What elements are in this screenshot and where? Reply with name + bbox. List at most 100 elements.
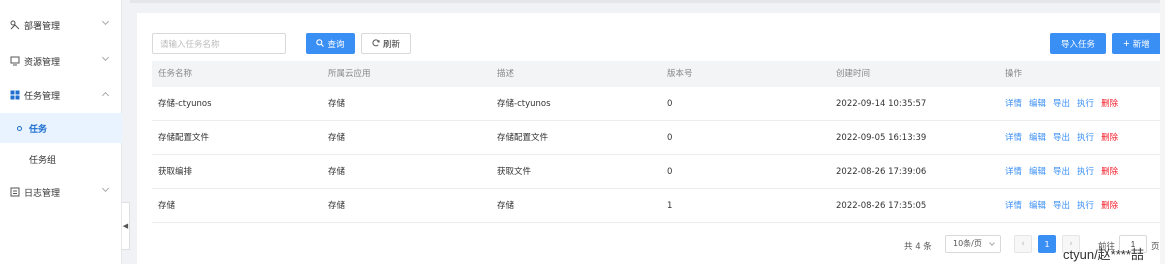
sidebar-subitem-label: 任务: [29, 124, 48, 135]
import-task-button[interactable]: 导入任务: [1050, 33, 1106, 54]
cell-actions: 详情 编辑 导出 执行 删除: [1005, 189, 1125, 223]
sidebar-item-label: 任务管理: [24, 91, 61, 102]
page-size-select[interactable]: 10条/页: [945, 235, 1001, 253]
sidebar-item-deploy[interactable]: 部署管理: [0, 8, 122, 42]
export-link[interactable]: 导出: [1053, 133, 1070, 143]
export-link[interactable]: 导出: [1053, 99, 1070, 109]
sidebar-subitem-task[interactable]: 任务: [0, 113, 122, 143]
detail-link[interactable]: 详情: [1005, 201, 1022, 211]
main-card: 查询 刷新 导入任务 + 新增 任务名称 所属云应用 描述 版本号 创建时间 操…: [137, 13, 1165, 264]
cell-description: 存储-ctyunos: [497, 99, 551, 109]
task-icon: [10, 90, 20, 100]
detail-link[interactable]: 详情: [1005, 133, 1022, 143]
chevron-down-icon: [989, 240, 995, 246]
execute-link[interactable]: 执行: [1077, 167, 1094, 177]
cell-cloud-app: 存储: [328, 201, 346, 211]
chevron-down-icon: [101, 17, 110, 26]
refresh-button-label: 刷新: [382, 38, 400, 49]
detail-link[interactable]: 详情: [1005, 99, 1022, 109]
sidebar-item-resource[interactable]: 资源管理: [0, 44, 122, 78]
chevron-down-icon: [101, 53, 110, 62]
edit-link[interactable]: 编辑: [1029, 167, 1046, 177]
refresh-button[interactable]: 刷新: [361, 33, 411, 54]
cell-task-name: 存储: [158, 201, 176, 211]
cell-actions: 详情 编辑 导出 执行 删除: [1005, 87, 1125, 121]
cell-description: 存储: [497, 201, 515, 211]
caret-left-icon: ◀: [122, 222, 129, 230]
column-header: 描述: [497, 69, 515, 79]
export-link[interactable]: 导出: [1053, 201, 1070, 211]
cell-cloud-app: 存储: [328, 167, 346, 177]
page-size-value: 10条/页: [953, 239, 982, 248]
sidebar-item-label: 部署管理: [24, 21, 61, 32]
cell-created-time: 2022-09-14 10:35:57: [836, 99, 927, 109]
search-input[interactable]: [152, 33, 286, 54]
cell-task-name: 存储配置文件: [158, 133, 210, 143]
sidebar-collapse-handle[interactable]: ◀: [122, 202, 130, 250]
resource-icon: [10, 56, 20, 66]
add-button-label: 新增: [1132, 38, 1150, 49]
sidebar: 部署管理 资源管理 任务管理 任务 任务组 日志管理: [0, 0, 122, 264]
execute-link[interactable]: 执行: [1077, 99, 1094, 109]
refresh-icon: [372, 38, 380, 49]
delete-link[interactable]: 删除: [1101, 99, 1118, 109]
cell-created-time: 2022-09-05 16:13:39: [836, 133, 927, 143]
sidebar-item-label: 日志管理: [24, 188, 61, 199]
goto-suffix: 页: [1151, 242, 1160, 252]
log-icon: [10, 187, 20, 197]
chevron-up-icon: [101, 91, 110, 100]
cell-version: 0: [667, 167, 673, 177]
plus-icon: +: [1123, 37, 1130, 50]
table-header: 任务名称 所属云应用 描述 版本号 创建时间 操作: [152, 61, 1161, 87]
edit-link[interactable]: 编辑: [1029, 201, 1046, 211]
cell-task-name: 存储-ctyunos: [158, 99, 212, 109]
edit-link[interactable]: 编辑: [1029, 133, 1046, 143]
table-row: 存储-ctyunos 存储 存储-ctyunos 0 2022-09-14 10…: [152, 87, 1161, 121]
cell-version: 0: [667, 133, 673, 143]
cell-cloud-app: 存储: [328, 99, 346, 109]
table-row: 获取编排 存储 获取文件 0 2022-08-26 17:39:06 详情 编辑导…: [152, 155, 1161, 189]
detail-link[interactable]: 详情: [1005, 167, 1022, 177]
sidebar-subitem-label: 任务组: [29, 155, 57, 166]
page-scrollbar[interactable]: [1160, 0, 1165, 264]
chevron-down-icon: [101, 184, 110, 193]
execute-link[interactable]: 执行: [1077, 201, 1094, 211]
cell-description: 获取文件: [497, 167, 532, 177]
column-header: 所属云应用: [328, 69, 371, 79]
add-button[interactable]: + 新增: [1112, 33, 1161, 54]
sidebar-item-log[interactable]: 日志管理: [0, 175, 122, 209]
top-strip: [130, 0, 1165, 3]
column-header: 操作: [1005, 69, 1023, 79]
table-row: 存储 存储 存储 1 2022-08-26 17:35:05 详情 编辑 导出 执行删…: [152, 189, 1161, 223]
cell-version: 0: [667, 99, 673, 109]
export-link[interactable]: 导出: [1053, 167, 1070, 177]
active-dot-icon: [17, 125, 22, 131]
sidebar-item-label: 资源管理: [24, 57, 61, 68]
cell-actions: 详情 编辑 导出 执行 删除: [1005, 155, 1125, 189]
cell-task-name: 获取编排: [158, 167, 193, 177]
delete-link[interactable]: 删除: [1101, 133, 1118, 143]
table-row: 存储配置文件 存储 存储配置文件 0 2022-09-05 16:13:39 详…: [152, 121, 1161, 155]
column-header: 版本号: [667, 69, 693, 79]
user-watermark: ctyun/赵****喆: [1063, 247, 1144, 262]
sidebar-subitem-task-group[interactable]: 任务组: [0, 144, 122, 174]
page-number-current[interactable]: 1: [1038, 235, 1056, 253]
cell-actions: 详情 编辑 导出 执行 删除: [1005, 121, 1125, 155]
deploy-icon: [10, 20, 20, 30]
column-header: 任务名称: [158, 69, 193, 79]
task-table: 任务名称 所属云应用 描述 版本号 创建时间 操作 存储-ctyunos 存储 …: [152, 61, 1161, 223]
import-task-button-label: 导入任务: [1060, 38, 1095, 49]
prev-page-button[interactable]: ‹: [1014, 235, 1032, 253]
cell-version: 1: [667, 201, 673, 211]
sidebar-item-task[interactable]: 任务管理: [0, 78, 122, 112]
delete-link[interactable]: 删除: [1101, 201, 1118, 211]
execute-link[interactable]: 执行: [1077, 133, 1094, 143]
edit-link[interactable]: 编辑: [1029, 99, 1046, 109]
chevron-left-icon: ‹: [1021, 239, 1025, 249]
cell-created-time: 2022-08-26 17:39:06: [836, 167, 927, 177]
cell-cloud-app: 存储: [328, 133, 346, 143]
delete-link[interactable]: 删除: [1101, 167, 1118, 177]
column-header: 创建时间: [836, 69, 871, 79]
query-button[interactable]: 查询: [306, 33, 355, 54]
cell-created-time: 2022-08-26 17:35:05: [836, 201, 927, 211]
